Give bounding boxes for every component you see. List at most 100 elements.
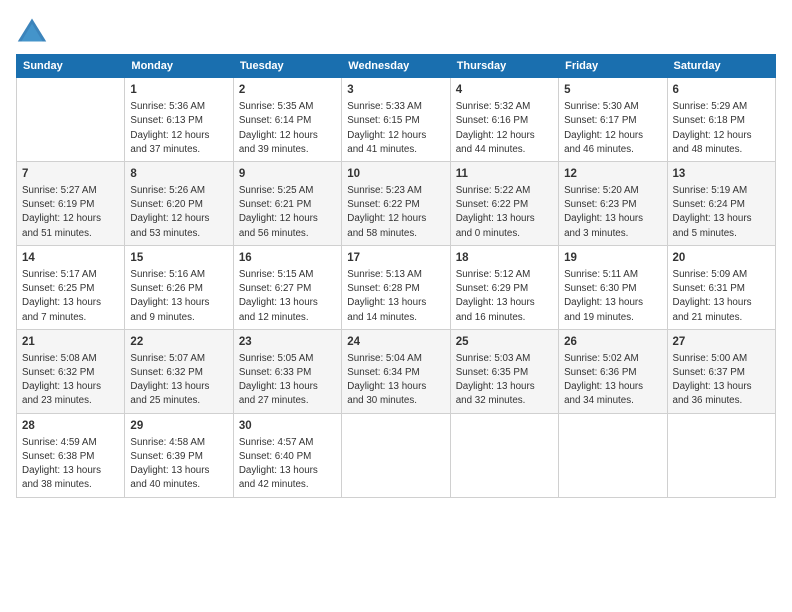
day-cell: 2 Sunrise: 5:35 AM Sunset: 6:14 PM Daylig… [233,78,341,162]
day-cell: 11 Sunrise: 5:22 AM Sunset: 6:22 PM Dayli… [450,161,558,245]
day-cell: 30 Sunrise: 4:57 AM Sunset: 6:40 PM Dayli… [233,413,341,497]
day-number: 19 [564,250,661,266]
day-cell: 21 Sunrise: 5:08 AM Sunset: 6:32 PM Dayli… [17,329,125,413]
day-number: 24 [347,334,444,350]
day-number: 29 [130,418,227,434]
day-cell: 28 Sunrise: 4:59 AM Sunset: 6:38 PM Dayli… [17,413,125,497]
day-info: Sunrise: 5:02 AM Sunset: 6:36 PM Dayligh… [564,352,661,409]
day-cell [667,413,775,497]
week-row: 28 Sunrise: 4:59 AM Sunset: 6:38 PM Dayli… [17,413,776,497]
day-info: Sunrise: 5:08 AM Sunset: 6:32 PM Dayligh… [22,352,119,409]
day-info: Sunrise: 4:59 AM Sunset: 6:38 PM Dayligh… [22,436,119,493]
day-info: Sunrise: 5:13 AM Sunset: 6:28 PM Dayligh… [347,268,444,325]
day-cell: 15 Sunrise: 5:16 AM Sunset: 6:26 PM Dayli… [125,245,233,329]
day-number: 22 [130,334,227,350]
day-number: 28 [22,418,119,434]
day-number: 27 [673,334,770,350]
day-info: Sunrise: 5:07 AM Sunset: 6:32 PM Dayligh… [130,352,227,409]
page-header [16,16,776,44]
day-info: Sunrise: 5:03 AM Sunset: 6:35 PM Dayligh… [456,352,553,409]
day-info: Sunrise: 5:17 AM Sunset: 6:25 PM Dayligh… [22,268,119,325]
day-info: Sunrise: 5:22 AM Sunset: 6:22 PM Dayligh… [456,184,553,241]
day-info: Sunrise: 5:23 AM Sunset: 6:22 PM Dayligh… [347,184,444,241]
header-row: SundayMondayTuesdayWednesdayThursdayFrid… [17,55,776,78]
day-cell: 9Sunrise: 5:25 AM Sunset: 6:21 PM Daylig… [233,161,341,245]
day-cell: 22 Sunrise: 5:07 AM Sunset: 6:32 PM Dayli… [125,329,233,413]
day-number: 20 [673,250,770,266]
day-number: 14 [22,250,119,266]
day-info: Sunrise: 5:09 AM Sunset: 6:31 PM Dayligh… [673,268,770,325]
day-cell: 29 Sunrise: 4:58 AM Sunset: 6:39 PM Dayli… [125,413,233,497]
day-number: 3 [347,82,444,98]
day-cell: 1Sunrise: 5:36 AM Sunset: 6:13 PM Daylig… [125,78,233,162]
day-number: 21 [22,334,119,350]
day-header-wednesday: Wednesday [342,55,450,78]
day-number: 26 [564,334,661,350]
day-cell: 25 Sunrise: 5:03 AM Sunset: 6:35 PM Dayli… [450,329,558,413]
day-info: Sunrise: 5:15 AM Sunset: 6:27 PM Dayligh… [239,268,336,325]
day-cell: 13 Sunrise: 5:19 AM Sunset: 6:24 PM Dayli… [667,161,775,245]
day-info: Sunrise: 4:58 AM Sunset: 6:39 PM Dayligh… [130,436,227,493]
day-number: 4 [456,82,553,98]
day-cell [559,413,667,497]
day-cell: 12 Sunrise: 5:20 AM Sunset: 6:23 PM Dayli… [559,161,667,245]
day-header-friday: Friday [559,55,667,78]
day-info: Sunrise: 4:57 AM Sunset: 6:40 PM Dayligh… [239,436,336,493]
day-number: 7 [22,166,119,182]
day-number: 11 [456,166,553,182]
week-row: 1Sunrise: 5:36 AM Sunset: 6:13 PM Daylig… [17,78,776,162]
day-info: Sunrise: 5:04 AM Sunset: 6:34 PM Dayligh… [347,352,444,409]
day-header-monday: Monday [125,55,233,78]
day-info: Sunrise: 5:16 AM Sunset: 6:26 PM Dayligh… [130,268,227,325]
logo [16,16,52,44]
day-number: 13 [673,166,770,182]
day-number: 15 [130,250,227,266]
day-cell: 18Sunrise: 5:12 AM Sunset: 6:29 PM Dayli… [450,245,558,329]
week-row: 14 Sunrise: 5:17 AM Sunset: 6:25 PM Dayli… [17,245,776,329]
day-info: Sunrise: 5:05 AM Sunset: 6:33 PM Dayligh… [239,352,336,409]
day-number: 1 [130,82,227,98]
logo-icon [16,16,48,44]
day-cell: 24 Sunrise: 5:04 AM Sunset: 6:34 PM Dayli… [342,329,450,413]
day-number: 2 [239,82,336,98]
day-number: 8 [130,166,227,182]
day-number: 30 [239,418,336,434]
day-info: Sunrise: 5:20 AM Sunset: 6:23 PM Dayligh… [564,184,661,241]
day-cell: 7 Sunrise: 5:27 AM Sunset: 6:19 PM Daylig… [17,161,125,245]
day-cell [17,78,125,162]
day-header-saturday: Saturday [667,55,775,78]
day-number: 12 [564,166,661,182]
day-cell: 27 Sunrise: 5:00 AM Sunset: 6:37 PM Dayli… [667,329,775,413]
day-cell: 20 Sunrise: 5:09 AM Sunset: 6:31 PM Dayli… [667,245,775,329]
day-info: Sunrise: 5:19 AM Sunset: 6:24 PM Dayligh… [673,184,770,241]
day-cell: 8Sunrise: 5:26 AM Sunset: 6:20 PM Daylig… [125,161,233,245]
day-header-sunday: Sunday [17,55,125,78]
day-cell: 26 Sunrise: 5:02 AM Sunset: 6:36 PM Dayli… [559,329,667,413]
day-cell: 14 Sunrise: 5:17 AM Sunset: 6:25 PM Dayli… [17,245,125,329]
day-header-thursday: Thursday [450,55,558,78]
day-number: 9 [239,166,336,182]
day-header-tuesday: Tuesday [233,55,341,78]
day-cell: 6 Sunrise: 5:29 AM Sunset: 6:18 PM Daylig… [667,78,775,162]
day-number: 6 [673,82,770,98]
day-cell: 16 Sunrise: 5:15 AM Sunset: 6:27 PM Dayli… [233,245,341,329]
day-info: Sunrise: 5:27 AM Sunset: 6:19 PM Dayligh… [22,184,119,241]
day-cell: 5Sunrise: 5:30 AM Sunset: 6:17 PM Daylig… [559,78,667,162]
day-cell: 4 Sunrise: 5:32 AM Sunset: 6:16 PM Daylig… [450,78,558,162]
day-cell: 10 Sunrise: 5:23 AM Sunset: 6:22 PM Dayli… [342,161,450,245]
day-number: 23 [239,334,336,350]
day-number: 5 [564,82,661,98]
day-cell: 23 Sunrise: 5:05 AM Sunset: 6:33 PM Dayli… [233,329,341,413]
week-row: 7 Sunrise: 5:27 AM Sunset: 6:19 PM Daylig… [17,161,776,245]
day-info: Sunrise: 5:35 AM Sunset: 6:14 PM Dayligh… [239,100,336,157]
day-cell [450,413,558,497]
day-number: 16 [239,250,336,266]
day-info: Sunrise: 5:00 AM Sunset: 6:37 PM Dayligh… [673,352,770,409]
day-info: Sunrise: 5:32 AM Sunset: 6:16 PM Dayligh… [456,100,553,157]
day-info: Sunrise: 5:11 AM Sunset: 6:30 PM Dayligh… [564,268,661,325]
day-number: 10 [347,166,444,182]
day-info: Sunrise: 5:29 AM Sunset: 6:18 PM Dayligh… [673,100,770,157]
day-info: Sunrise: 5:12 AM Sunset: 6:29 PM Dayligh… [456,268,553,325]
day-number: 25 [456,334,553,350]
week-row: 21 Sunrise: 5:08 AM Sunset: 6:32 PM Dayli… [17,329,776,413]
